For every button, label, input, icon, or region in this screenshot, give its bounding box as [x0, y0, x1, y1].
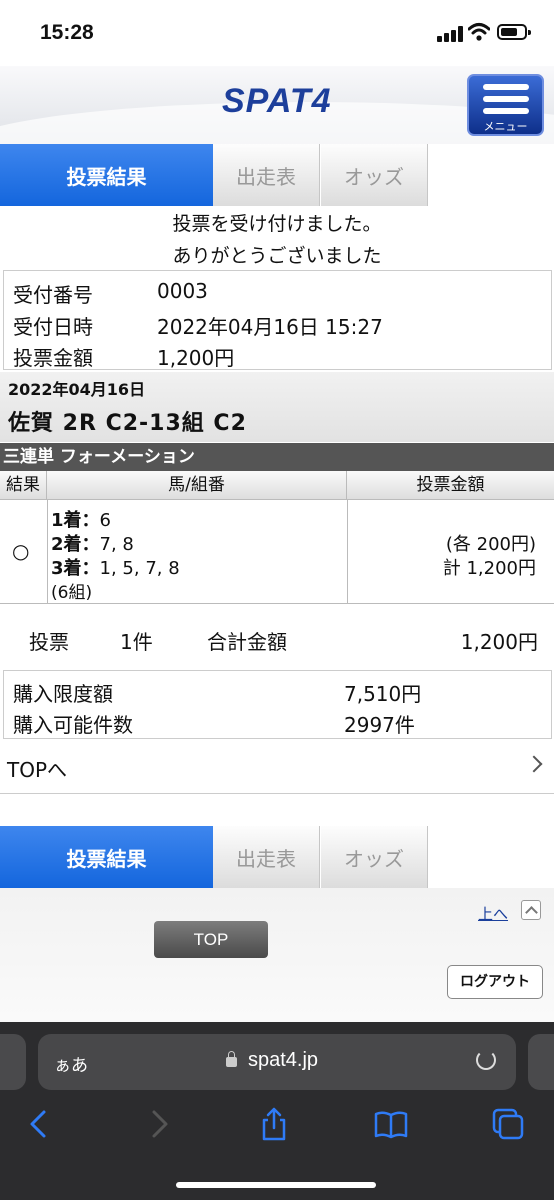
tab-odds[interactable]: オッズ: [321, 144, 428, 206]
menu-button[interactable]: メニュー: [467, 74, 544, 136]
accept-message: 投票を受け付けました。: [172, 213, 382, 235]
total-amount: 計 1,200円: [442, 558, 536, 579]
receipt-amount: 1,200円: [157, 346, 235, 370]
tab-race-card-bottom[interactable]: 出走表: [213, 826, 320, 888]
spat4-logo[interactable]: SPAT4: [222, 82, 332, 121]
chevron-right-icon: [525, 755, 543, 773]
tab-vote-result[interactable]: 投票結果: [0, 144, 213, 206]
vote-count: 1件: [120, 630, 153, 654]
count-label: 購入可能件数: [13, 713, 133, 737]
each-amount: (各 200円): [445, 534, 536, 555]
receipt-datetime: 2022年04月16日 15:27: [157, 315, 383, 339]
tab-race-card[interactable]: 出走表: [213, 144, 320, 206]
logout-button[interactable]: ログアウト: [447, 965, 543, 999]
combo-count: (6組): [51, 583, 93, 603]
tab-odds-bottom[interactable]: オッズ: [321, 826, 428, 888]
site-header: SPAT4 メニュー: [0, 66, 554, 144]
prev-tab-pill[interactable]: [0, 1034, 26, 1090]
top-link[interactable]: TOPへ: [0, 740, 554, 794]
total-value: 1,200円: [460, 630, 538, 654]
limit-value: 7,510円: [344, 682, 422, 706]
share-icon[interactable]: [256, 1106, 292, 1142]
bet-type: 三連単 フォーメーション: [0, 443, 554, 471]
menu-icon: [483, 84, 529, 114]
top-tabs: 投票結果 出走表 オッズ: [0, 144, 554, 206]
battery-icon: [497, 24, 531, 40]
bottom-tabs: 投票結果 出走表 オッズ: [0, 826, 554, 888]
col-combo: 馬/組番: [47, 471, 347, 500]
race-date: 2022年04月16日: [8, 380, 146, 399]
url-text: spat4.jp: [248, 1049, 319, 1071]
address-bar[interactable]: ぁあ spat4.jp: [38, 1034, 516, 1090]
third-place: 3着：1, 5, 7, 8: [51, 558, 180, 579]
reader-options-button[interactable]: ぁあ: [54, 1051, 88, 1076]
bet-table: 結果 馬/組番 投票金額 ○ 1着：6 2着：7, 8 3着：1, 5, 7, …: [0, 471, 554, 604]
reload-icon[interactable]: [476, 1050, 496, 1070]
thanks-message: ありがとうございました: [172, 245, 382, 267]
lock-icon: [226, 1051, 237, 1067]
bookmarks-icon[interactable]: [373, 1106, 409, 1142]
back-icon[interactable]: [22, 1106, 58, 1142]
purchase-limits: 購入限度額 7,510円 購入可能件数 2997件: [3, 670, 552, 739]
signal-icon: [437, 26, 463, 42]
tabs-icon[interactable]: [490, 1106, 526, 1142]
tab-vote-result-bottom[interactable]: 投票結果: [0, 826, 213, 888]
race-title: 佐賀 2R C2-13組 C2: [8, 411, 247, 436]
col-amount: 投票金額: [347, 471, 554, 500]
receipt-amount-label: 投票金額: [13, 346, 93, 370]
top-link-label: TOPへ: [7, 758, 68, 782]
top-button[interactable]: TOP: [154, 921, 268, 958]
receipt-number: 0003: [157, 279, 208, 303]
limit-label: 購入限度額: [13, 682, 113, 706]
next-tab-pill[interactable]: [528, 1034, 554, 1090]
status-bar: 15:28: [0, 0, 554, 66]
total-label: 合計金額: [207, 630, 287, 654]
menu-label: メニュー: [483, 120, 528, 133]
first-place: 1着：6: [51, 510, 111, 531]
footer-area: [0, 888, 554, 1022]
scroll-up-link[interactable]: 上へ: [478, 903, 508, 924]
count-value: 2997件: [344, 713, 415, 737]
chevron-up-icon[interactable]: [521, 900, 541, 920]
second-place: 2着：7, 8: [51, 534, 134, 555]
receipt-number-label: 受付番号: [13, 283, 93, 307]
result-mark: ○: [12, 539, 30, 563]
receipt-box: 受付番号 0003 受付日時 2022年04月16日 15:27 投票金額 1,…: [3, 270, 552, 370]
receipt-datetime-label: 受付日時: [13, 315, 93, 339]
vote-label: 投票: [29, 630, 69, 654]
forward-icon[interactable]: [140, 1106, 176, 1142]
home-indicator: [176, 1182, 376, 1188]
status-time: 15:28: [40, 21, 94, 44]
col-result: 結果: [0, 471, 47, 500]
wifi-icon: [468, 23, 490, 41]
